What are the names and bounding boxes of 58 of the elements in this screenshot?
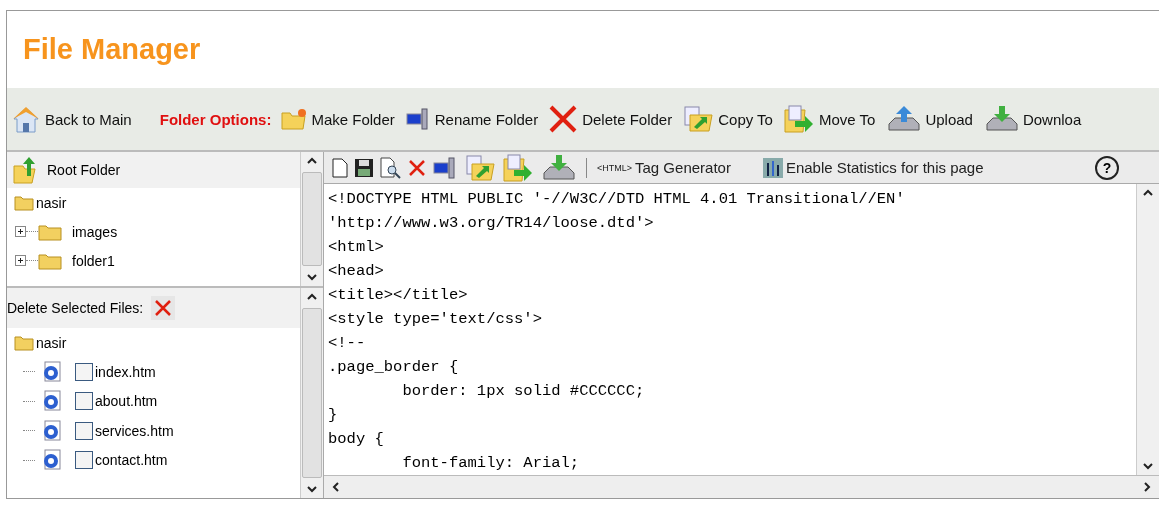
checkbox[interactable] [75, 451, 93, 470]
folder-options-label: Folder Options: [159, 110, 272, 128]
folder-icon [38, 222, 62, 241]
tree-item[interactable]: nasir [36, 194, 67, 211]
statistics-button[interactable]: Enable Statistics for this page [762, 157, 984, 178]
toolbar-button[interactable]: Copy To [682, 105, 773, 133]
scrollbar[interactable] [300, 288, 323, 498]
back-button[interactable]: Back to Main [11, 104, 132, 134]
file-name[interactable]: contact.htm [95, 452, 168, 469]
tree-item[interactable]: folder1 [72, 252, 115, 269]
toolbar-button[interactable]: Downloa [982, 104, 1082, 134]
file-name[interactable]: about.htm [95, 393, 158, 410]
expand-icon[interactable] [15, 226, 26, 237]
scrollbar[interactable] [1136, 184, 1159, 475]
web-page-icon [41, 419, 63, 442]
toolbar-button[interactable]: Upload [885, 104, 973, 134]
copy-icon [682, 105, 715, 133]
file-name[interactable]: services.htm [95, 422, 174, 439]
tree-item[interactable]: images [72, 223, 118, 240]
web-page-icon [41, 390, 63, 413]
web-page-icon [41, 449, 63, 472]
download-icon [540, 152, 576, 183]
folder-icon [281, 108, 308, 130]
toolbar-button[interactable]: Delete Folder [548, 104, 673, 134]
folder-icon [14, 194, 34, 211]
horizontal-scrollbar[interactable] [324, 475, 1159, 498]
home-icon [11, 104, 41, 134]
delete-icon [548, 104, 579, 134]
toolbar-button[interactable]: Move To [782, 104, 876, 134]
checkbox[interactable] [75, 421, 93, 440]
move-icon [502, 152, 534, 183]
bar-chart-icon [762, 157, 783, 178]
folder-icon [38, 251, 62, 270]
toolbar-button[interactable]: Make Folder [281, 108, 395, 130]
new-file-icon[interactable] [332, 157, 348, 178]
delete-icon[interactable] [408, 158, 426, 177]
rename-icon [404, 107, 431, 131]
delete-selected-label: Delete Selected Files: [7, 300, 144, 316]
help-button[interactable]: ? [1095, 155, 1119, 180]
copy-icon [464, 153, 496, 182]
tag-generator-button[interactable]: <HTML> Tag Generator [597, 159, 731, 176]
root-folder-link[interactable]: Root Folder [47, 162, 121, 178]
folder-icon [14, 334, 34, 351]
delete-button[interactable] [151, 296, 176, 320]
page-title: File Manager [23, 33, 201, 66]
expand-icon[interactable] [15, 255, 26, 266]
tree-item[interactable]: nasir [36, 334, 67, 351]
toolbar-button[interactable]: Rename Folder [404, 107, 539, 131]
upload-icon [885, 104, 922, 134]
move-icon [782, 104, 815, 134]
file-name[interactable]: index.htm [95, 363, 156, 380]
checkbox[interactable] [75, 392, 93, 411]
checkbox[interactable] [75, 362, 93, 381]
scrollbar[interactable] [300, 152, 323, 286]
save-icon[interactable] [354, 157, 374, 178]
web-page-icon [41, 360, 63, 383]
preview-icon[interactable] [380, 156, 402, 179]
rename-icon [432, 155, 458, 180]
